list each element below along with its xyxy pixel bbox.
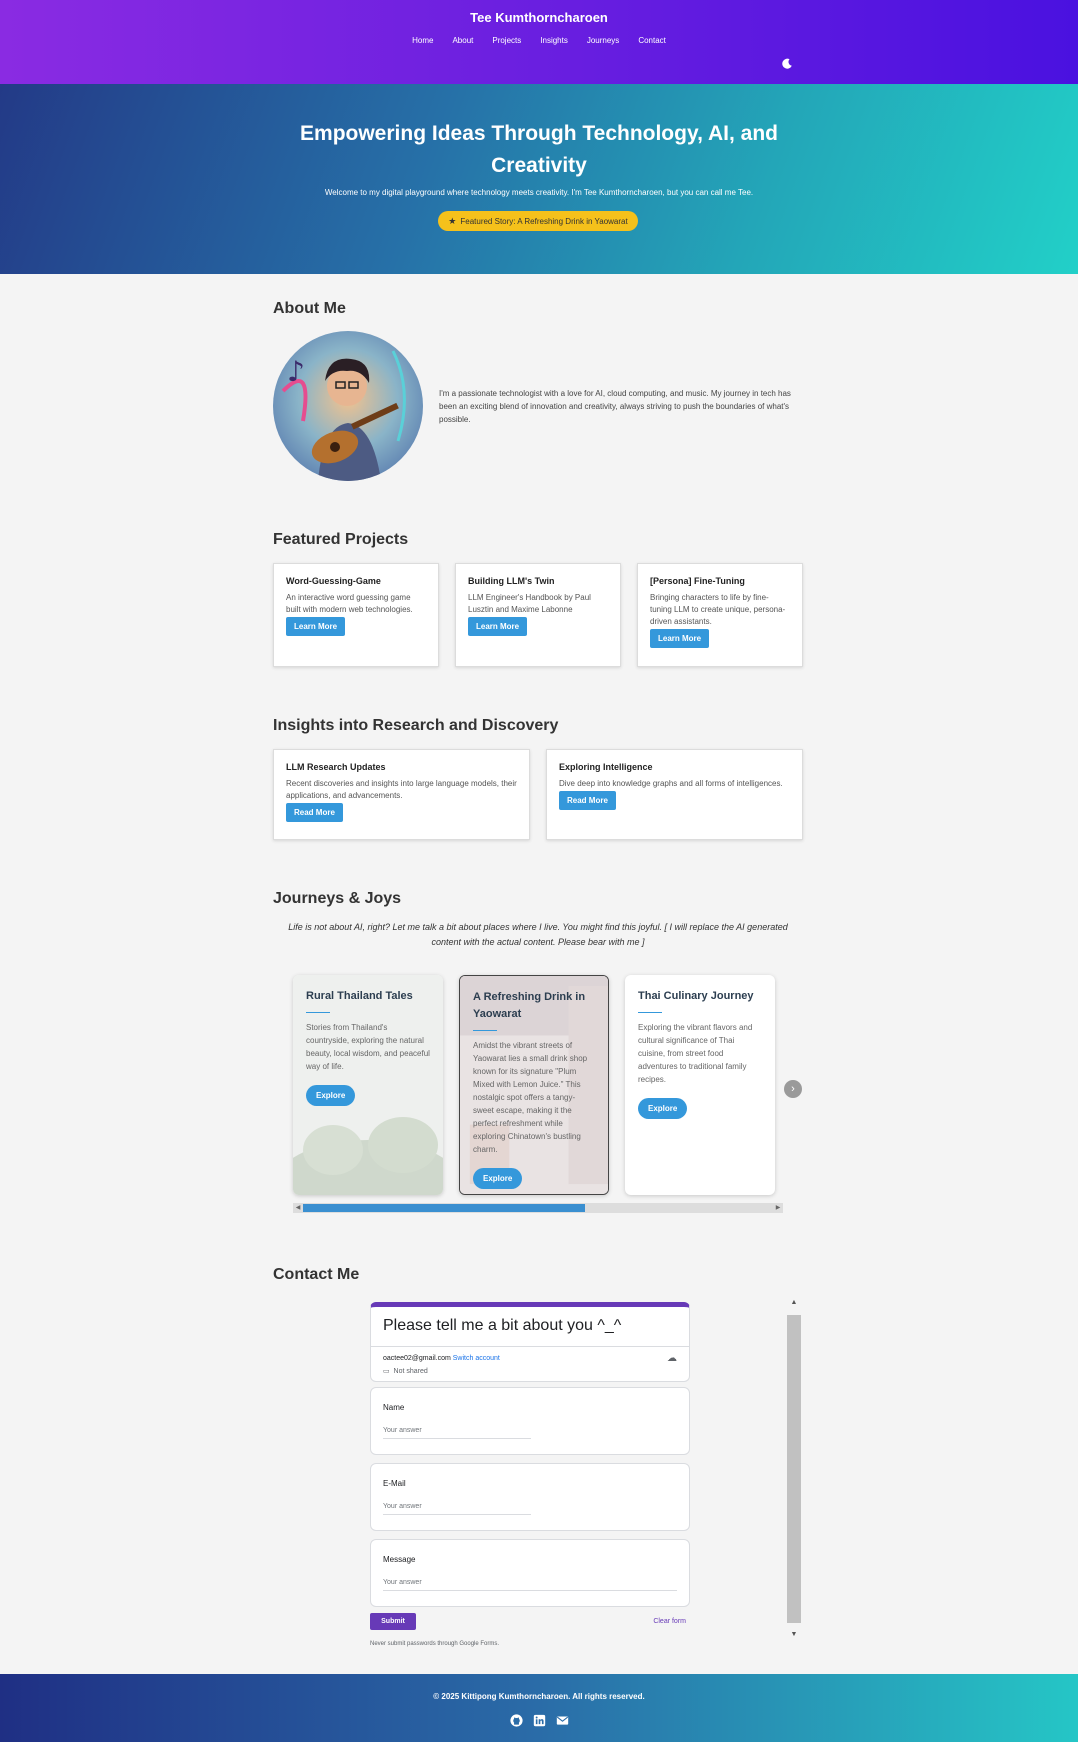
not-shared-status: ▭ Not shared bbox=[383, 1367, 428, 1375]
project-card-word-guessing: Word-Guessing-Game An interactive word g… bbox=[273, 563, 439, 667]
insight-card-desc: Recent discoveries and insights into lar… bbox=[286, 779, 517, 800]
scroll-down-icon[interactable]: ▼ bbox=[787, 1631, 801, 1638]
switch-account-link[interactable]: Switch account bbox=[453, 1355, 500, 1362]
insight-card-title: Exploring Intelligence bbox=[559, 762, 653, 772]
project-card-title: Building LLM's Twin bbox=[468, 576, 555, 586]
project-card-desc: An interactive word guessing game built … bbox=[286, 593, 413, 614]
project-card-title: [Persona] Fine-Tuning bbox=[650, 576, 745, 586]
form-title: Please tell me a bit about you ^_^ bbox=[383, 1317, 622, 1334]
cloud-icon: ☁ bbox=[667, 1353, 677, 1364]
project-card-persona: [Persona] Fine-Tuning Bringing character… bbox=[637, 563, 803, 667]
clear-form-button[interactable]: Clear form bbox=[653, 1618, 686, 1625]
projects-title: Featured Projects bbox=[273, 531, 409, 548]
learn-more-button[interactable]: Learn More bbox=[650, 629, 710, 648]
avatar: ♪ bbox=[273, 331, 423, 481]
project-card-llm-twin: Building LLM's Twin LLM Engineer's Handb… bbox=[455, 563, 621, 667]
nav-contact[interactable]: Contact bbox=[638, 36, 666, 45]
copyright: © 2025 Kittipong Kumthorncharoen. All ri… bbox=[433, 1692, 645, 1701]
question-label: E-Mail bbox=[383, 1479, 406, 1488]
journey-card-yaowarat: A Refreshing Drink in Yaowarat Amidst th… bbox=[459, 975, 609, 1195]
account-email-text: oactee02@gmail.com bbox=[383, 1355, 451, 1362]
hero-section: Empowering Ideas Through Technology, AI,… bbox=[0, 84, 1078, 274]
about-text: I'm a passionate technologist with a lov… bbox=[439, 389, 791, 424]
explore-button[interactable]: Explore bbox=[306, 1085, 356, 1106]
learn-more-button[interactable]: Learn More bbox=[468, 617, 528, 636]
linkedin-icon[interactable] bbox=[533, 1714, 546, 1727]
about-title: About Me bbox=[273, 300, 346, 317]
journey-card-desc: Stories from Thailand's countryside, exp… bbox=[306, 1023, 430, 1071]
nav-journeys[interactable]: Journeys bbox=[587, 36, 619, 45]
journey-card-title: A Refreshing Drink in Yaowarat bbox=[473, 991, 586, 1020]
journey-card-title: Rural Thailand Tales bbox=[306, 990, 413, 1002]
github-icon[interactable] bbox=[509, 1714, 523, 1727]
message-field[interactable]: Your answer bbox=[383, 1579, 677, 1591]
carousel-scrollbar[interactable]: ◀ ▶ bbox=[293, 1203, 783, 1213]
nav-insights[interactable]: Insights bbox=[540, 36, 568, 45]
account-email: oactee02@gmail.com Switch account bbox=[383, 1355, 500, 1362]
journey-card-title: Thai Culinary Journey bbox=[638, 990, 754, 1002]
insight-card-title: LLM Research Updates bbox=[286, 762, 386, 772]
journey-card-thai-culinary: Thai Culinary Journey Exploring the vibr… bbox=[625, 975, 775, 1195]
explore-button[interactable]: Explore bbox=[473, 1168, 523, 1189]
name-field[interactable]: Your answer bbox=[383, 1427, 531, 1439]
scroll-left-icon[interactable]: ◀ bbox=[293, 1203, 303, 1213]
chevron-right-icon[interactable]: › bbox=[784, 1080, 802, 1098]
site-title[interactable]: Tee Kumthorncharoen bbox=[0, 10, 1078, 25]
scrollbar-thumb[interactable] bbox=[303, 1204, 585, 1212]
question-label: Name bbox=[383, 1403, 405, 1412]
learn-more-button[interactable]: Learn More bbox=[286, 617, 346, 636]
name-question: Name Your answer bbox=[370, 1387, 690, 1455]
hero-subtitle: Welcome to my digital playground where t… bbox=[324, 188, 754, 197]
google-form: Please tell me a bit about you ^_^ oacte… bbox=[370, 1302, 690, 1647]
project-card-title: Word-Guessing-Game bbox=[286, 576, 381, 586]
journey-card-desc: Exploring the vibrant flavors and cultur… bbox=[638, 1023, 753, 1084]
site-footer: © 2025 Kittipong Kumthorncharoen. All ri… bbox=[0, 1674, 1078, 1742]
title-underline bbox=[306, 1012, 330, 1013]
scrollbar-thumb[interactable] bbox=[787, 1315, 801, 1623]
featured-story-label: Featured Story: A Refreshing Drink in Ya… bbox=[460, 217, 628, 226]
divider bbox=[371, 1346, 689, 1347]
submit-button[interactable]: Submit bbox=[370, 1613, 416, 1630]
email-question: E-Mail Your answer bbox=[370, 1463, 690, 1531]
scroll-up-icon[interactable]: ▲ bbox=[787, 1299, 801, 1306]
scroll-right-icon[interactable]: ▶ bbox=[773, 1203, 783, 1213]
email-icon[interactable] bbox=[556, 1714, 569, 1727]
read-more-button[interactable]: Read More bbox=[286, 803, 343, 822]
project-card-desc: Bringing characters to life by fine-tuni… bbox=[650, 593, 786, 626]
featured-story-button[interactable]: ★ Featured Story: A Refreshing Drink in Y… bbox=[438, 211, 638, 231]
nav-about[interactable]: About bbox=[452, 36, 473, 45]
svg-text:♪: ♪ bbox=[287, 355, 305, 388]
insights-title: Insights into Research and Discovery bbox=[273, 717, 559, 734]
insight-card-desc: Dive deep into knowledge graphs and all … bbox=[559, 779, 783, 788]
nav-projects[interactable]: Projects bbox=[492, 36, 521, 45]
title-underline bbox=[638, 1012, 662, 1013]
star-icon: ★ bbox=[448, 216, 457, 226]
main-nav: Home About Projects Insights Journeys Co… bbox=[0, 36, 1078, 45]
social-links bbox=[0, 1714, 1078, 1727]
insight-card-llm-research: LLM Research Updates Recent discoveries … bbox=[273, 749, 530, 840]
form-scrollbar[interactable]: ▲ ▼ bbox=[787, 1297, 801, 1647]
message-question: Message Your answer bbox=[370, 1539, 690, 1607]
journeys-title: Journeys & Joys bbox=[273, 890, 402, 907]
form-header-card: Please tell me a bit about you ^_^ oacte… bbox=[370, 1302, 690, 1382]
hero-title: Empowering Ideas Through Technology, AI,… bbox=[300, 122, 778, 177]
moon-icon[interactable] bbox=[780, 58, 794, 72]
journey-card-desc: Amidst the vibrant streets of Yaowarat l… bbox=[473, 1041, 588, 1154]
explore-button[interactable]: Explore bbox=[638, 1098, 688, 1119]
journeys-intro: Life is not about AI, right? Let me talk… bbox=[288, 922, 788, 947]
journey-card-rural-thailand: Rural Thailand Tales Stories from Thaila… bbox=[293, 975, 443, 1195]
insight-card-exploring-intelligence: Exploring Intelligence Dive deep into kn… bbox=[546, 749, 803, 840]
nav-home[interactable]: Home bbox=[412, 36, 433, 45]
email-field[interactable]: Your answer bbox=[383, 1503, 531, 1515]
password-warning: Never submit passwords through Google Fo… bbox=[370, 1641, 500, 1647]
contact-title: Contact Me bbox=[273, 1266, 360, 1283]
project-card-desc: LLM Engineer's Handbook by Paul Lusztin … bbox=[468, 593, 591, 614]
title-underline bbox=[473, 1030, 497, 1031]
read-more-button[interactable]: Read More bbox=[559, 791, 616, 810]
not-shared-text: Not shared bbox=[393, 1368, 428, 1375]
site-header: Tee Kumthorncharoen Home About Projects … bbox=[0, 0, 1078, 84]
question-label: Message bbox=[383, 1555, 416, 1564]
not-shared-icon: ▭ bbox=[383, 1368, 390, 1375]
